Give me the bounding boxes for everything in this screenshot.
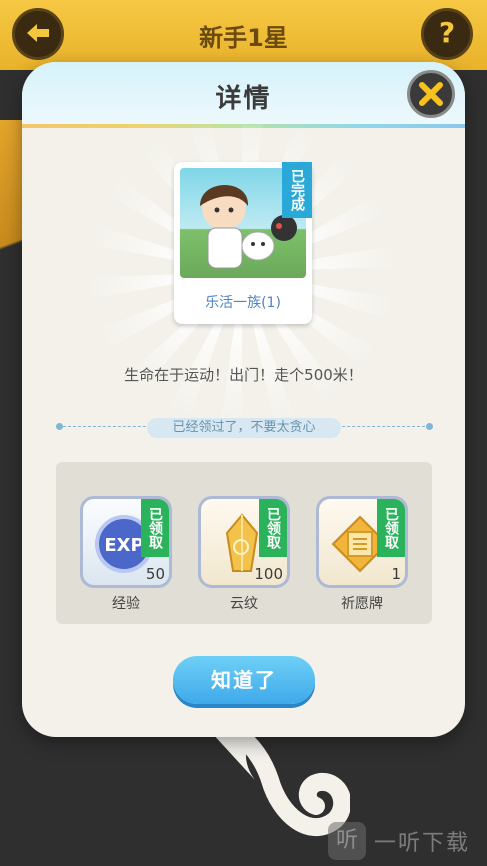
claimed-label: 已领取: [265, 507, 281, 549]
svg-text:EXP: EXP: [104, 535, 143, 556]
help-button[interactable]: ?: [421, 8, 473, 60]
details-dialog: 详情 已完成 乐活一族(1) 生命在于运动！出门！走个500米！ 已经领过了，不…: [22, 62, 465, 737]
reward-count: 1: [391, 565, 401, 583]
claimed-badge: 已领取: [377, 499, 405, 557]
reward-name: 经验: [112, 596, 140, 612]
completed-badge-label: 已完成: [289, 169, 305, 211]
help-icon: ?: [438, 16, 456, 49]
watermark: 听 一听下载: [328, 822, 470, 860]
reward-box: EXP 已领取 50: [80, 496, 172, 588]
reward-box: 已领取 1: [316, 496, 408, 588]
dialog-title: 详情: [215, 84, 272, 114]
claimed-label: 已领取: [147, 507, 163, 549]
reward-count: 100: [254, 565, 283, 583]
divider-dot: [426, 423, 433, 430]
page-title: 新手1星: [199, 24, 288, 52]
reward-box: 已领取 100: [198, 496, 290, 588]
watermark-text: 一听下载: [374, 831, 471, 856]
watermark-logo-icon: 听: [328, 822, 366, 860]
achievement-card: 已完成 乐活一族(1): [174, 162, 312, 324]
achievement-description: 生命在于运动！出门！走个500米！: [124, 366, 363, 384]
already-claimed-notice: 已经领过了，不要太贪心: [147, 418, 341, 438]
reward-name: 云纹: [230, 596, 258, 612]
completed-badge: 已完成: [282, 162, 312, 218]
claimed-badge: 已领取: [141, 499, 169, 557]
claimed-badge: 已领取: [259, 499, 287, 557]
confirm-button[interactable]: 知道了: [173, 656, 315, 704]
close-button[interactable]: [407, 70, 455, 118]
achievement-name: 乐活一族(1): [205, 295, 281, 311]
claimed-label: 已领取: [383, 507, 399, 549]
rewards-panel: EXP 已领取 50 经验 已领取 100 云纹 已领取 1 祈愿牌: [56, 462, 432, 624]
close-icon: [419, 82, 443, 106]
reward-name: 祈愿牌: [341, 596, 383, 612]
reward-count: 50: [145, 565, 165, 583]
